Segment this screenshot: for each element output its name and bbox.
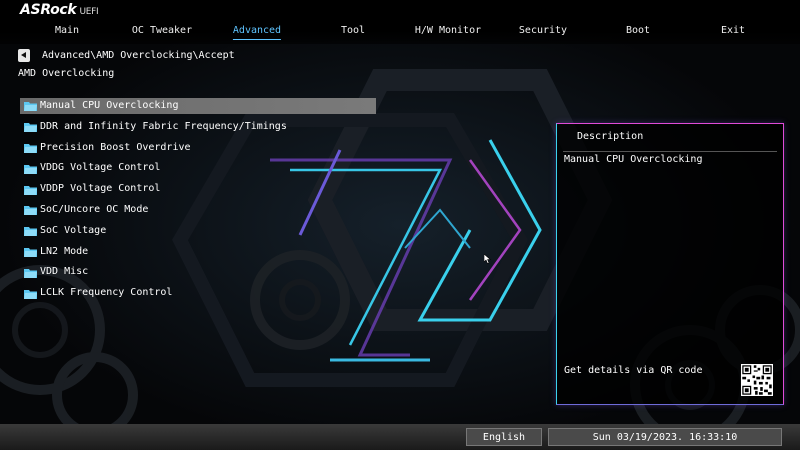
logo-suffix: UEFI: [79, 7, 99, 17]
top-bar: ASRock UEFI Main OC Tweaker Advanced Tool…: [0, 0, 800, 44]
menu-item[interactable]: SoC Voltage: [20, 221, 380, 242]
folder-icon: [24, 185, 37, 195]
tab-advanced[interactable]: Advanced: [232, 24, 282, 40]
folder-icon: [24, 123, 37, 133]
date-time-display: Sun 03/19/2023. 16:33:10: [548, 428, 782, 446]
qr-code-label: Get details via QR code: [564, 365, 703, 376]
mouse-cursor-icon: [484, 254, 492, 264]
tab-security[interactable]: Security: [519, 24, 567, 40]
tab-exit[interactable]: Exit: [721, 24, 745, 40]
folder-icon: [24, 206, 37, 216]
description-divider: [563, 151, 777, 152]
main-tabs: Main OC Tweaker Advanced Tool H/W Monito…: [0, 24, 800, 40]
folder-icon: [24, 227, 37, 237]
tab-oc-tweaker[interactable]: OC Tweaker: [132, 24, 192, 40]
menu-item[interactable]: DDR and Infinity Fabric Frequency/Timing…: [20, 117, 380, 138]
logo-brand: ASRock: [20, 2, 77, 18]
tab-tool[interactable]: Tool: [341, 24, 365, 40]
menu-item[interactable]: LN2 Mode: [20, 242, 380, 263]
overclocking-menu: Manual CPU Overclocking DDR and Infinity …: [20, 96, 380, 304]
description-panel: Description Manual CPU Overclocking Get …: [556, 123, 784, 405]
menu-item[interactable]: LCLK Frequency Control: [20, 283, 380, 304]
menu-item-label: DDR and Infinity Fabric Frequency/Timing…: [40, 120, 287, 132]
breadcrumb: Advanced\AMD Overclocking\Accept: [42, 50, 235, 61]
menu-item[interactable]: VDDP Voltage Control: [20, 179, 380, 200]
status-bar: English Sun 03/19/2023. 16:33:10: [0, 424, 800, 450]
language-button[interactable]: English: [466, 428, 542, 446]
menu-item[interactable]: Precision Boost Overdrive: [20, 138, 380, 159]
folder-icon: [24, 102, 37, 111]
page-title: AMD Overclocking: [18, 68, 115, 79]
menu-item[interactable]: VDD Misc: [20, 262, 380, 283]
menu-item-label: VDDG Voltage Control: [40, 162, 161, 174]
tab-boot[interactable]: Boot: [626, 24, 650, 40]
menu-item-label: LN2 Mode: [40, 245, 89, 257]
menu-item-label: Precision Boost Overdrive: [40, 141, 191, 153]
description-title: Description: [577, 131, 644, 142]
menu-item-label: SoC/Uncore OC Mode: [40, 203, 149, 215]
menu-item-label: LCLK Frequency Control: [40, 287, 173, 299]
qr-code-icon[interactable]: [741, 364, 773, 396]
folder-icon: [24, 164, 37, 174]
tab-main[interactable]: Main: [55, 24, 79, 40]
asrock-logo: ASRock UEFI: [20, 2, 99, 20]
description-text: Manual CPU Overclocking: [564, 154, 703, 165]
tab-hw-monitor[interactable]: H/W Monitor: [415, 24, 481, 40]
folder-icon: [24, 268, 37, 278]
menu-item[interactable]: VDDG Voltage Control: [20, 158, 380, 179]
menu-item-label: Manual CPU Overclocking: [40, 100, 179, 111]
folder-icon: [24, 247, 37, 257]
menu-item-label: VDD Misc: [40, 266, 89, 278]
menu-item[interactable]: Manual CPU Overclocking: [20, 98, 376, 114]
folder-icon: [24, 143, 37, 153]
back-arrow-button[interactable]: [18, 49, 30, 62]
folder-icon: [24, 289, 37, 299]
menu-item[interactable]: SoC/Uncore OC Mode: [20, 200, 380, 221]
menu-item-label: SoC Voltage: [40, 224, 107, 236]
menu-item-label: VDDP Voltage Control: [40, 183, 161, 195]
